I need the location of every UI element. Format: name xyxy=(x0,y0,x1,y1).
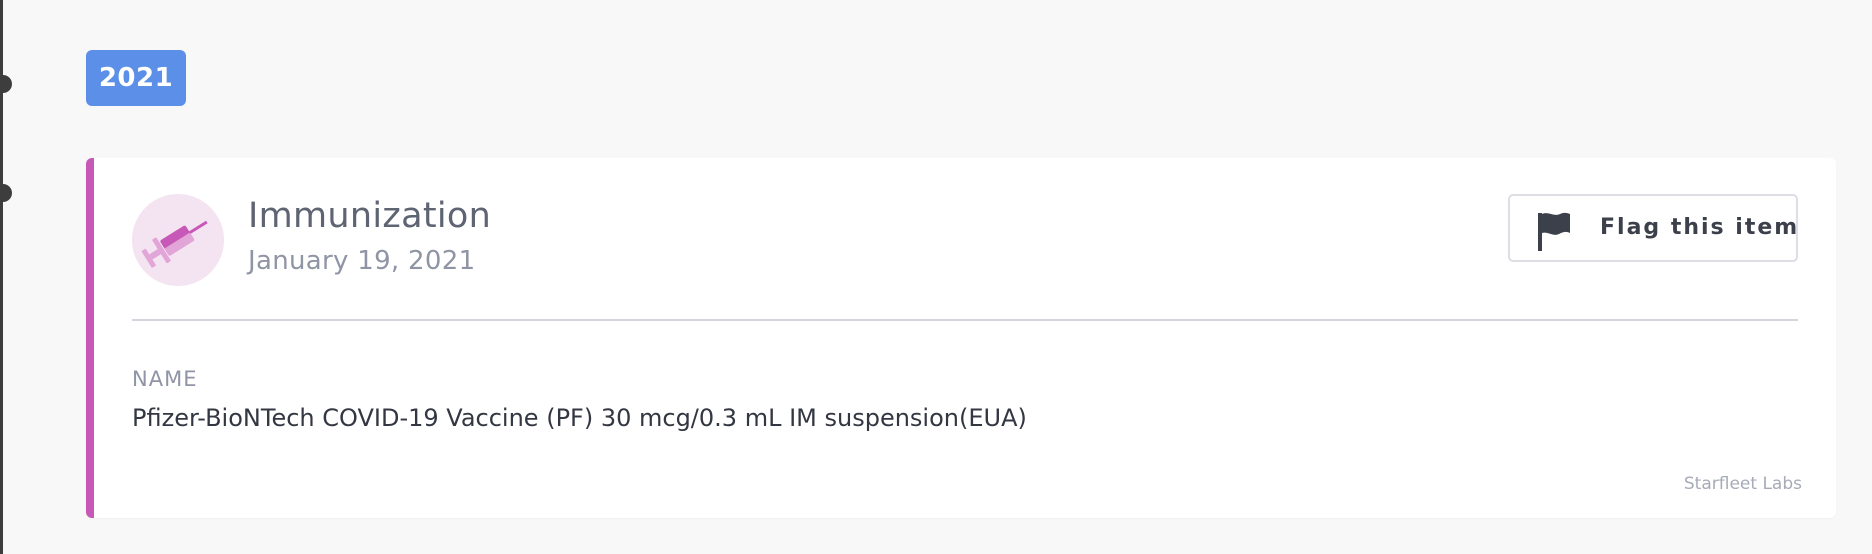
card-title: Immunization xyxy=(248,196,492,236)
card-divider xyxy=(132,319,1798,321)
timeline-dot xyxy=(0,75,12,93)
card-date: January 19, 2021 xyxy=(248,246,476,276)
year-badge: 2021 xyxy=(86,50,186,106)
field-value-name: Pfizer-BioNTech COVID-19 Vaccine (PF) 30… xyxy=(132,404,1027,432)
field-label-name: NAME xyxy=(132,367,198,391)
timeline-dot xyxy=(0,184,12,202)
source-label: Starfleet Labs xyxy=(1683,474,1802,494)
flag-item-label: Flag this item xyxy=(1600,215,1800,240)
flag-icon xyxy=(1538,212,1570,251)
card-accent-bar xyxy=(86,158,94,518)
immunization-card: Immunization January 19, 2021 Flag this … xyxy=(86,158,1836,518)
syringe-icon xyxy=(132,194,224,286)
flag-item-button[interactable]: Flag this item xyxy=(1508,194,1798,262)
